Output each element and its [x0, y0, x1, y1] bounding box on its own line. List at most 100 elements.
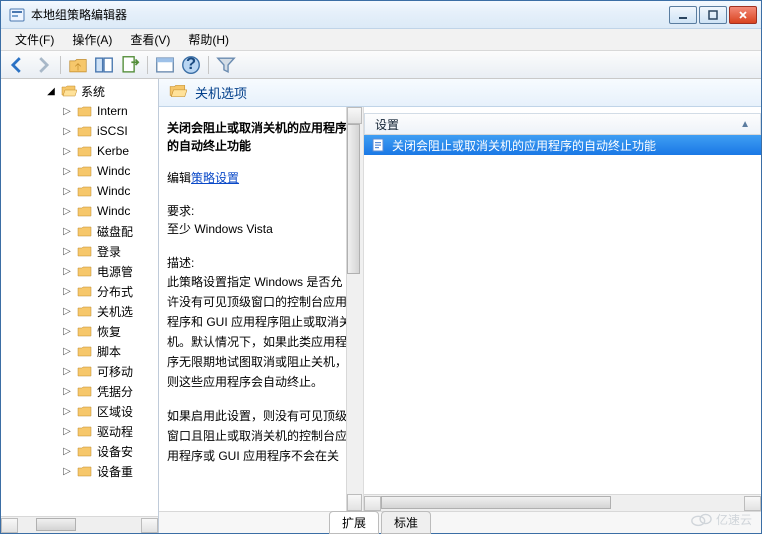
help-button[interactable]: ? — [179, 54, 203, 76]
tree-item[interactable]: Windc — [1, 181, 158, 201]
scroll-right-button[interactable] — [141, 518, 158, 533]
menu-help[interactable]: 帮助(H) — [180, 29, 237, 50]
menu-bar: 文件(F) 操作(A) 查看(V) 帮助(H) — [1, 29, 761, 51]
folder-icon — [77, 304, 93, 318]
tree-item[interactable]: 电源管 — [1, 261, 158, 281]
title-bar: 本地组策略编辑器 — [1, 1, 761, 29]
list-body[interactable]: 关闭会阻止或取消关机的应用程序的自动终止功能 — [364, 135, 761, 494]
maximize-button[interactable] — [699, 6, 727, 24]
list-hscrollbar[interactable] — [364, 494, 761, 511]
back-button[interactable] — [5, 54, 29, 76]
description-section: 描述: 此策略设置指定 Windows 是否允许没有可见顶级窗口的控制台应用程序… — [167, 254, 353, 466]
tab-extended[interactable]: 扩展 — [329, 511, 379, 534]
tree-item[interactable]: 磁盘配 — [1, 221, 158, 241]
menu-action[interactable]: 操作(A) — [64, 29, 120, 50]
tab-standard[interactable]: 标准 — [381, 511, 431, 534]
scroll-thumb[interactable] — [381, 496, 611, 509]
expand-icon[interactable] — [61, 206, 73, 217]
scroll-up-button[interactable] — [347, 107, 362, 124]
expand-icon[interactable] — [61, 346, 73, 357]
separator — [208, 56, 209, 74]
expand-icon[interactable] — [45, 86, 57, 97]
tree-item[interactable]: 恢复 — [1, 321, 158, 341]
tree-item[interactable]: 可移动 — [1, 361, 158, 381]
expand-icon[interactable] — [61, 446, 73, 457]
column-settings[interactable]: 设置 ▲ — [364, 113, 761, 134]
column-label: 设置 — [375, 116, 399, 133]
tree-item[interactable]: Intern — [1, 101, 158, 121]
expand-icon[interactable] — [61, 406, 73, 417]
expand-icon[interactable] — [61, 326, 73, 337]
expand-icon[interactable] — [61, 226, 73, 237]
tree-label: 恢复 — [97, 323, 121, 340]
edit-policy-link[interactable]: 策略设置 — [191, 171, 239, 185]
tree-item[interactable]: Windc — [1, 161, 158, 181]
tree-root[interactable]: 系统 — [1, 81, 158, 101]
show-hide-tree-button[interactable] — [92, 54, 116, 76]
expand-icon[interactable] — [61, 426, 73, 437]
detail-area: 关闭会阻止或取消关机的应用程序的自动终止功能 编辑策略设置 要求: 至少 Win… — [159, 107, 761, 511]
forward-button[interactable] — [31, 54, 55, 76]
tree-label: 分布式 — [97, 283, 133, 300]
folder-icon — [77, 104, 93, 118]
expand-icon[interactable] — [61, 126, 73, 137]
menu-view[interactable]: 查看(V) — [122, 29, 178, 50]
folder-icon — [77, 264, 93, 278]
policy-title: 关闭会阻止或取消关机的应用程序的自动终止功能 — [167, 119, 353, 155]
expand-icon[interactable] — [61, 246, 73, 257]
row-label: 关闭会阻止或取消关机的应用程序的自动终止功能 — [392, 137, 656, 154]
minimize-button[interactable] — [669, 6, 697, 24]
close-button[interactable] — [729, 6, 757, 24]
app-icon — [9, 7, 25, 23]
tree-item[interactable]: 登录 — [1, 241, 158, 261]
tree-item[interactable]: Windc — [1, 201, 158, 221]
desc-body2: 如果启用此设置，则没有可见顶级窗口且阻止或取消关机的控制台应用程序或 GUI 应… — [167, 406, 353, 466]
expand-icon[interactable] — [61, 186, 73, 197]
scroll-thumb[interactable] — [347, 124, 360, 274]
expand-icon[interactable] — [61, 366, 73, 377]
expand-icon[interactable] — [61, 466, 73, 477]
expand-icon[interactable] — [61, 106, 73, 117]
tree-item[interactable]: 驱动程 — [1, 421, 158, 441]
expand-icon[interactable] — [61, 166, 73, 177]
tree-item[interactable]: 设备重 — [1, 461, 158, 481]
tree-item[interactable]: Kerbe — [1, 141, 158, 161]
scroll-track[interactable] — [381, 496, 744, 511]
folder-icon — [77, 164, 93, 178]
up-button[interactable] — [66, 54, 90, 76]
tree-label: 设备安 — [97, 443, 133, 460]
expand-icon[interactable] — [61, 306, 73, 317]
tree-item[interactable]: 脚本 — [1, 341, 158, 361]
expand-icon[interactable] — [61, 146, 73, 157]
window-buttons — [669, 6, 757, 24]
scroll-right-button[interactable] — [744, 496, 761, 511]
right-pane: 关机选项 关闭会阻止或取消关机的应用程序的自动终止功能 编辑策略设置 要求: 至… — [159, 79, 761, 533]
filter-button[interactable] — [214, 54, 238, 76]
scroll-left-button[interactable] — [364, 496, 381, 511]
menu-file[interactable]: 文件(F) — [7, 29, 62, 50]
tree-item[interactable]: 分布式 — [1, 281, 158, 301]
properties-button[interactable] — [153, 54, 177, 76]
scroll-thumb[interactable] — [36, 518, 76, 531]
tree-item[interactable]: 关机选 — [1, 301, 158, 321]
desc-vscrollbar[interactable] — [346, 107, 363, 511]
scroll-track[interactable] — [347, 124, 363, 494]
expand-icon[interactable] — [61, 266, 73, 277]
list-pane: 设置 ▲ 关闭会阻止或取消关机的应用程序的自动终止功能 — [364, 107, 761, 511]
scroll-track[interactable] — [18, 518, 141, 533]
list-row[interactable]: 关闭会阻止或取消关机的应用程序的自动终止功能 — [364, 135, 761, 155]
expand-icon[interactable] — [61, 386, 73, 397]
tree-item[interactable]: 凭据分 — [1, 381, 158, 401]
folder-icon — [77, 364, 93, 378]
scroll-left-button[interactable] — [1, 518, 18, 533]
export-button[interactable] — [118, 54, 142, 76]
tree-hscrollbar[interactable] — [1, 516, 158, 533]
tree-item[interactable]: 区域设 — [1, 401, 158, 421]
tree-item[interactable]: iSCSI — [1, 121, 158, 141]
folder-icon — [77, 444, 93, 458]
tree-body[interactable]: 系统 InterniSCSIKerbeWindcWindcWindc磁盘配登录电… — [1, 79, 158, 516]
scroll-down-button[interactable] — [347, 494, 362, 511]
expand-icon[interactable] — [61, 286, 73, 297]
tree-item[interactable]: 设备安 — [1, 441, 158, 461]
folder-icon — [77, 204, 93, 218]
